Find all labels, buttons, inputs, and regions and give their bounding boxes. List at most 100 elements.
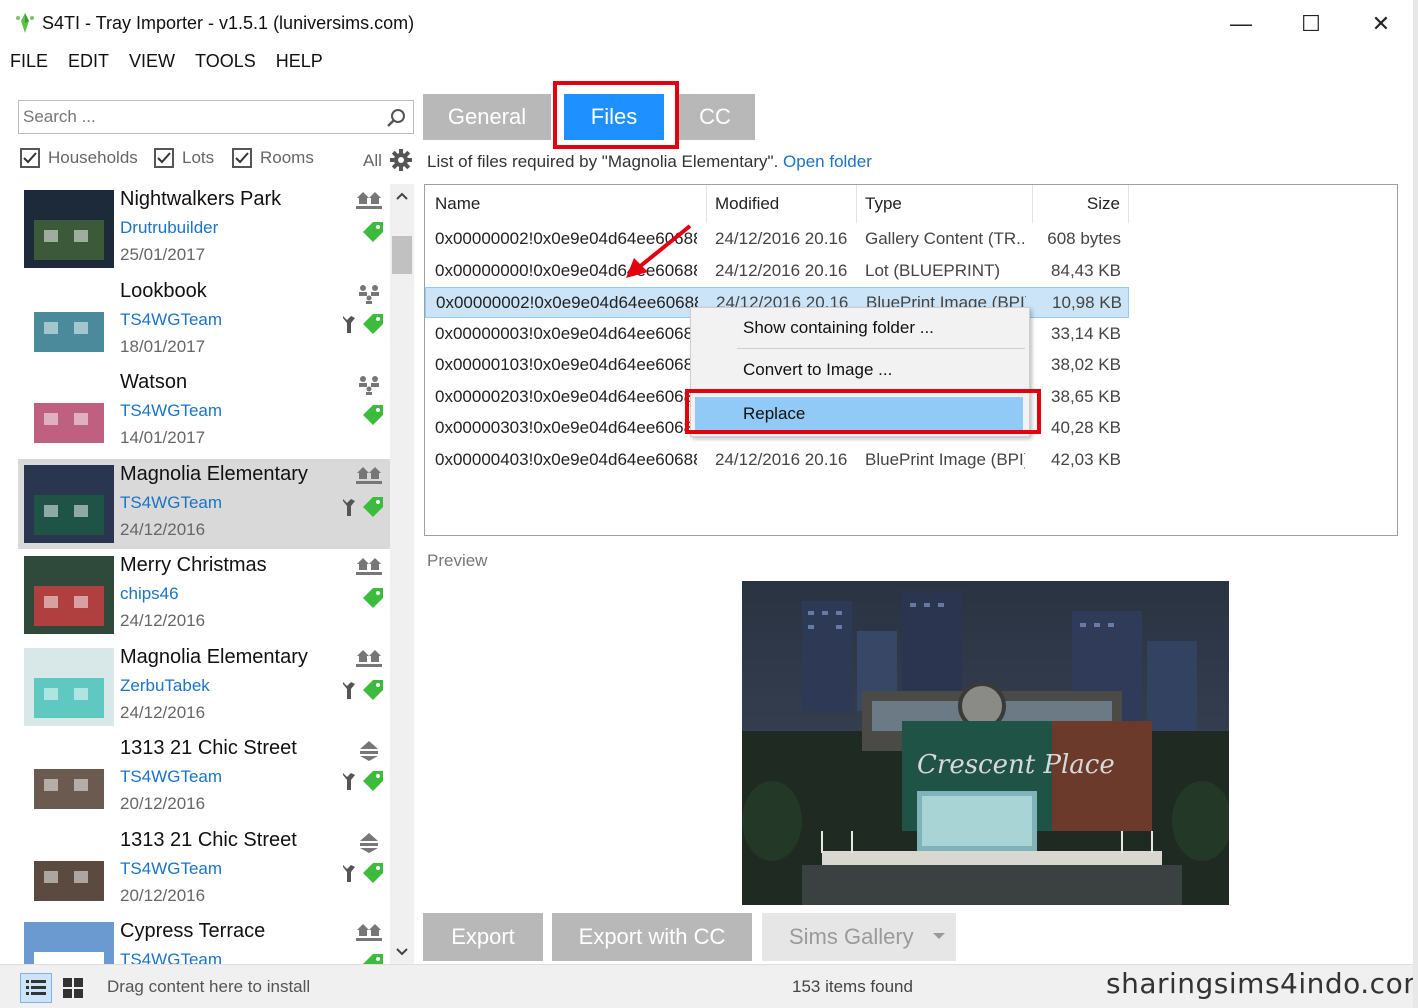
tab-cc[interactable]: CC: [675, 94, 755, 140]
menu-item-show-containing-folder[interactable]: Show containing folder ...: [691, 311, 1031, 345]
close-button[interactable]: ✕: [1346, 0, 1416, 48]
item-author-link[interactable]: TS4WGTeam: [120, 493, 222, 513]
column-header-size[interactable]: Size: [1033, 185, 1129, 223]
replace-highlight-box: [685, 389, 1041, 434]
file-type-cell: Gallery Content (TR...: [865, 229, 1025, 248]
list-view-toggle[interactable]: [20, 973, 52, 1003]
list-view-icon: [26, 980, 46, 995]
file-size-cell: 38,02 KB: [1051, 355, 1121, 374]
grid-view-icon: [63, 978, 83, 998]
export-with-cc-button[interactable]: Export with CC: [552, 913, 752, 961]
file-modified-cell: 24/12/2016 20.16: [715, 449, 848, 469]
open-folder-link[interactable]: Open folder: [783, 152, 872, 171]
menu-help[interactable]: HELP: [266, 48, 333, 76]
rooms-checkbox[interactable]: [232, 148, 252, 168]
file-row[interactable]: 0x00000002!0x0e9e04d64ee60688 24/12/2016 …: [425, 224, 1129, 255]
item-author-link[interactable]: TS4WGTeam: [120, 401, 222, 421]
chevron-down-icon: [933, 933, 945, 939]
scroll-thumb[interactable]: [392, 236, 412, 274]
column-header-modified[interactable]: Modified: [707, 185, 857, 223]
file-name-cell: 0x00000003!0x0e9e04d64ee60688: [435, 323, 697, 343]
drag-hint: Drag content here to install: [107, 977, 311, 996]
lots-checkbox[interactable]: [154, 148, 174, 168]
tray-list-item[interactable]: Cypress Terrace TS4WGTeam: [18, 916, 390, 964]
menu-edit[interactable]: EDIT: [58, 48, 119, 76]
item-author-link[interactable]: ZerbuTabek: [120, 676, 210, 696]
maximize-button[interactable]: ☐: [1276, 0, 1346, 48]
item-author-link[interactable]: chips46: [120, 584, 179, 604]
status-bar: Drag content here to install 153 items f…: [0, 964, 1418, 1008]
items-count: 153 items found: [792, 977, 913, 996]
item-name: Merry Christmas: [120, 554, 267, 576]
households-checkbox[interactable]: [20, 148, 40, 168]
search-icon[interactable]: [385, 107, 407, 129]
column-header-name[interactable]: Name: [425, 185, 707, 223]
lots-label: Lots: [182, 148, 215, 167]
chevron-up-icon: [396, 192, 408, 200]
sims-gallery-button[interactable]: Sims Gallery: [762, 913, 956, 961]
menu-separator: [737, 348, 1025, 349]
files-tab-highlight-box: [553, 81, 679, 149]
item-date: 24/12/2016: [120, 702, 206, 722]
file-size-cell: 33,14 KB: [1051, 323, 1121, 343]
tray-list-item[interactable]: Merry Christmas chips46 24/12/2016: [18, 550, 390, 640]
grid-view-toggle[interactable]: [58, 973, 88, 1003]
menu-file[interactable]: FILE: [0, 48, 58, 76]
item-author-link[interactable]: TS4WGTeam: [120, 310, 222, 330]
window-title: S4TI - Tray Importer - v1.5.1 (luniversi…: [42, 13, 415, 33]
column-header-type[interactable]: Type: [857, 185, 1033, 223]
minimize-button[interactable]: —: [1206, 0, 1276, 48]
tray-list-item[interactable]: Magnolia Elementary ZerbuTabek 24/12/2016: [18, 642, 390, 732]
tab-general[interactable]: General: [423, 94, 551, 140]
item-date: 24/12/2016: [120, 611, 206, 630]
item-date: 20/12/2016: [120, 794, 206, 813]
menu-item-convert-to-image[interactable]: Convert to Image ...: [691, 353, 1031, 387]
scroll-up-button[interactable]: [390, 184, 414, 208]
tag-icon: [363, 862, 383, 883]
item-author-link[interactable]: Drutrubuilder: [120, 218, 218, 238]
gear-icon[interactable]: [389, 148, 413, 172]
search-input[interactable]: [23, 105, 373, 129]
item-name: Magnolia Elementary: [120, 462, 308, 485]
room-icon: [360, 832, 378, 853]
tray-list-item[interactable]: Watson TS4WGTeam 14/01/2017: [18, 367, 390, 457]
filter-households[interactable]: Households: [20, 148, 138, 168]
tray-list-item[interactable]: 1313 21 Chic Street TS4WGTeam 20/12/2016: [18, 733, 390, 823]
file-type-cell: Lot (BLUEPRINT): [865, 260, 1001, 280]
export-button[interactable]: Export: [423, 913, 543, 961]
file-row[interactable]: 0x00000000!0x0e9e04d64ee60688 24/12/2016 …: [425, 256, 1129, 287]
menu-view[interactable]: VIEW: [119, 48, 185, 76]
all-label[interactable]: All: [363, 151, 382, 171]
item-thumbnail: [24, 281, 114, 360]
watermark: sharingsims4indo.com: [1106, 967, 1418, 1000]
menu-tools[interactable]: TOOLS: [185, 48, 266, 76]
wrench-icon: [343, 681, 355, 699]
item-author-link[interactable]: TS4WGTeam: [120, 950, 222, 964]
item-thumbnail: [24, 190, 114, 268]
file-name-cell: 0x00000403!0x0e9e04d64ee60688: [435, 449, 697, 469]
tray-list-item[interactable]: Magnolia Elementary TS4WGTeam 24/12/2016: [18, 458, 390, 549]
list-scrollbar[interactable]: [390, 184, 414, 964]
title-bar: S4TI - Tray Importer - v1.5.1 (luniversi…: [0, 0, 1418, 48]
lot-icon: [356, 558, 382, 575]
filter-lots[interactable]: Lots: [154, 148, 214, 168]
item-thumbnail: [24, 647, 114, 726]
scroll-down-button[interactable]: [390, 940, 414, 964]
item-author-link[interactable]: TS4WGTeam: [120, 767, 222, 787]
tag-icon: [363, 405, 383, 425]
item-name: Lookbook: [120, 279, 207, 302]
file-type-cell: BluePrint Image (BPI): [865, 449, 1025, 469]
tag-icon: [363, 222, 383, 242]
item-date: 14/01/2017: [120, 428, 206, 447]
app-logo-icon: [16, 13, 34, 33]
item-name: Watson: [120, 371, 188, 393]
tray-list-item[interactable]: 1313 21 Chic Street TS4WGTeam 20/12/2016: [18, 825, 390, 915]
item-author-link[interactable]: TS4WGTeam: [120, 859, 222, 879]
file-row[interactable]: 0x00000403!0x0e9e04d64ee60688 24/12/2016 …: [425, 445, 1129, 476]
filter-rooms[interactable]: Rooms: [232, 148, 314, 168]
rooms-label: Rooms: [260, 148, 314, 167]
item-name: 1313 21 Chic Street: [120, 828, 297, 851]
tray-list-item[interactable]: Nightwalkers Park Drutrubuilder 25/01/2017: [18, 184, 390, 274]
annotation-arrow-icon: [626, 224, 692, 278]
tray-list-item[interactable]: Lookbook TS4WGTeam 18/01/2017: [18, 276, 390, 366]
